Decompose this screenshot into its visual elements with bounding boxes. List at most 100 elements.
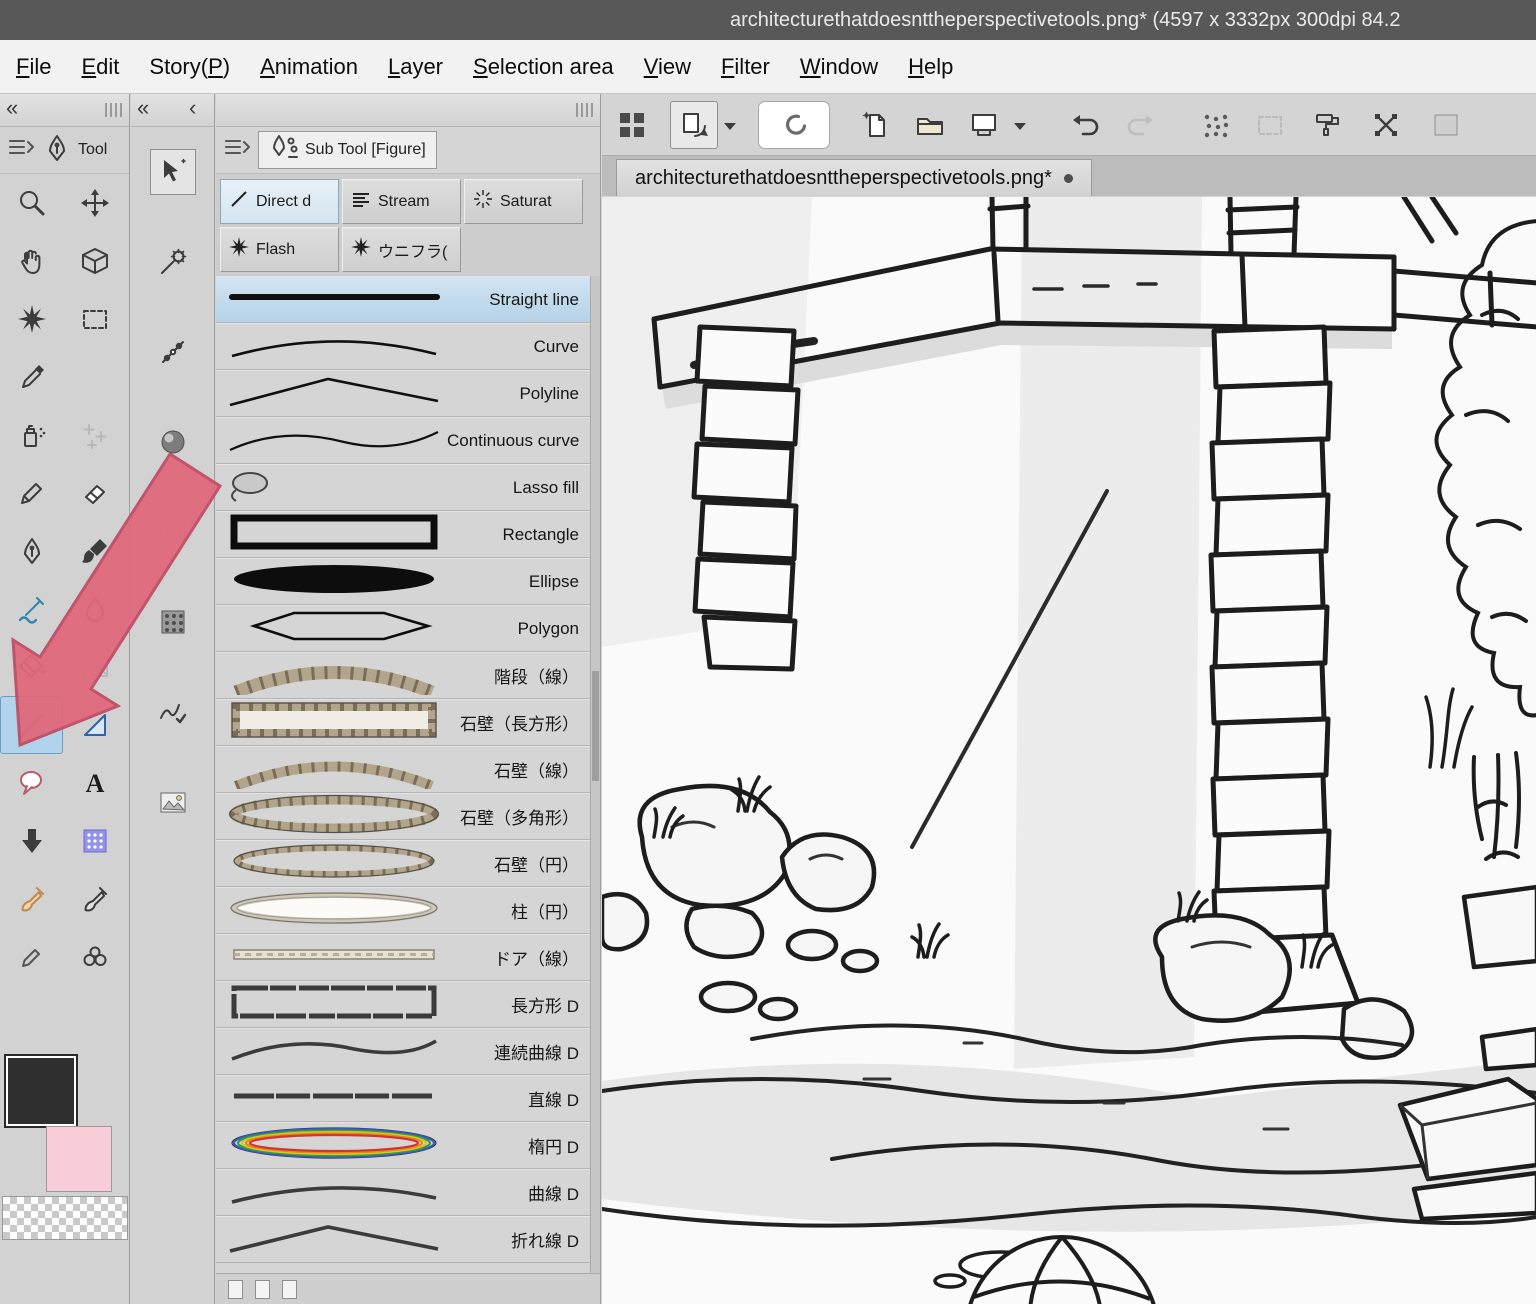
subtool-item-2[interactable]: Polyline <box>216 370 591 417</box>
balloon-tool[interactable] <box>0 754 63 812</box>
subtool-item-4[interactable]: Lasso fill <box>216 464 591 511</box>
subtool-scrollbar[interactable] <box>590 276 600 1274</box>
panel-menu-icon[interactable] <box>222 133 252 168</box>
workspace-layout-button[interactable] <box>608 101 656 149</box>
menu-help[interactable]: Help <box>908 54 953 80</box>
collapse-left-icon[interactable]: « <box>6 95 18 121</box>
subtool-item-9[interactable]: 石壁（長方形） <box>216 699 591 746</box>
subtool-item-3[interactable]: Continuous curve <box>216 417 591 464</box>
gradient-sphere-subtool[interactable] <box>150 419 196 465</box>
subtool-item-19[interactable]: 曲線 D <box>216 1169 591 1216</box>
fill-roller-button[interactable] <box>1304 101 1352 149</box>
export-dropdown[interactable] <box>1008 101 1032 149</box>
snap-special-button[interactable] <box>1246 101 1294 149</box>
subtool-title-tab[interactable]: Sub Tool [Figure] <box>258 131 437 169</box>
collapse-single-icon[interactable]: ‹ <box>189 95 196 121</box>
selection-marquee-tool[interactable] <box>63 290 126 348</box>
object-subtool[interactable] <box>149 149 196 195</box>
fill-bucket-tool[interactable] <box>0 638 63 696</box>
menu-file[interactable]: File <box>16 54 51 80</box>
subtool-item-0[interactable]: Straight line <box>216 276 591 323</box>
airbrush-tool[interactable] <box>0 406 63 464</box>
blur-brush-tool[interactable] <box>63 870 126 928</box>
wand-subtool[interactable] <box>150 239 196 285</box>
transparent-color-swatch[interactable] <box>2 1196 128 1240</box>
page-flip-button[interactable] <box>670 100 718 149</box>
text-tool[interactable]: A <box>63 754 126 812</box>
correct-line-subtool[interactable] <box>150 689 196 735</box>
watercolor-tool[interactable] <box>0 580 63 638</box>
operation-tool[interactable] <box>0 290 63 348</box>
subtool-item-16[interactable]: 連続曲線 D <box>216 1028 591 1075</box>
correction-pencil-tool[interactable] <box>0 928 63 986</box>
eyedropper-tool[interactable] <box>0 348 63 406</box>
pattern-tool[interactable] <box>63 812 126 870</box>
subtool-group-0[interactable]: Direct d <box>220 179 339 224</box>
canvas-viewport[interactable] <box>602 197 1536 1304</box>
subtool-item-1[interactable]: Curve <box>216 323 591 370</box>
document-tab[interactable]: architecturethatdoesnttheperspectivetool… <box>616 159 1092 196</box>
scrollbar-thumb[interactable] <box>592 671 599 781</box>
zoom-tool[interactable] <box>0 174 63 232</box>
image-subtool[interactable] <box>150 779 196 825</box>
subtool-item-7[interactable]: Polygon <box>216 605 591 652</box>
decoration-tool[interactable] <box>63 406 126 464</box>
tone-subtool[interactable] <box>150 599 196 645</box>
menu-window[interactable]: Window <box>800 54 878 80</box>
pencil-tool[interactable] <box>0 464 63 522</box>
soft-brush-tool[interactable] <box>0 870 63 928</box>
copy-subtool-icon[interactable] <box>255 1279 270 1299</box>
subtool-item-15[interactable]: 長方形 D <box>216 981 591 1028</box>
transform-button[interactable] <box>1362 101 1410 149</box>
subtool-item-11[interactable]: 石壁（多角形） <box>216 793 591 840</box>
subtool-item-14[interactable]: ドア（線） <box>216 934 591 981</box>
main-color-swatch[interactable] <box>4 1054 78 1128</box>
delete-subtool-icon[interactable] <box>282 1279 297 1299</box>
layers-subtool[interactable] <box>150 509 196 555</box>
clipped-button[interactable] <box>1420 101 1468 149</box>
subtool-item-6[interactable]: Ellipse <box>216 558 591 605</box>
pen-tool[interactable] <box>0 522 63 580</box>
subtool-item-20[interactable]: 折れ線 D <box>216 1216 591 1263</box>
move-tool[interactable] <box>63 174 126 232</box>
menu-storyp[interactable]: Story(P) <box>149 54 230 80</box>
menu-layer[interactable]: Layer <box>388 54 443 80</box>
gradient-tool[interactable] <box>63 638 126 696</box>
redo-button[interactable] <box>1116 101 1164 149</box>
brush-tool[interactable] <box>63 522 126 580</box>
subtool-group-4[interactable]: ウニフラ( <box>342 227 461 272</box>
menu-view[interactable]: View <box>644 54 691 80</box>
hand-tool[interactable] <box>0 232 63 290</box>
subtool-grip[interactable] <box>576 103 594 117</box>
blend-tool[interactable] <box>63 580 126 638</box>
new-file-button[interactable] <box>852 101 900 149</box>
subtool-group-3[interactable]: Flash <box>220 227 339 272</box>
eraser-tool[interactable] <box>63 464 126 522</box>
clip-studio-logo-button[interactable] <box>758 100 830 149</box>
subtool-item-12[interactable]: 石壁（円） <box>216 840 591 887</box>
line-correct-subtool[interactable] <box>150 329 196 375</box>
ruler-tool[interactable] <box>63 696 126 754</box>
palette-grip[interactable] <box>105 103 123 117</box>
sub-color-swatch[interactable] <box>46 1126 112 1192</box>
binder-tool[interactable] <box>63 928 126 986</box>
menu-filter[interactable]: Filter <box>721 54 770 80</box>
subtool-item-13[interactable]: 柱（円） <box>216 887 591 934</box>
subtool-item-18[interactable]: 楕円 D <box>216 1122 591 1169</box>
menu-animation[interactable]: Animation <box>260 54 358 80</box>
subtool-item-8[interactable]: 階段（線） <box>216 652 591 699</box>
snap-ruler-button[interactable] <box>1192 101 1240 149</box>
collapse-left-icon[interactable]: « <box>137 95 149 121</box>
export-button[interactable] <box>960 101 1008 149</box>
menu-selectionarea[interactable]: Selection area <box>473 54 614 80</box>
page-flip-dropdown[interactable] <box>718 101 742 149</box>
subtool-item-10[interactable]: 石壁（線） <box>216 746 591 793</box>
open-file-button[interactable] <box>906 101 954 149</box>
subtool-item-5[interactable]: Rectangle <box>216 511 591 558</box>
rotate-canvas-tool[interactable] <box>63 232 126 290</box>
undo-button[interactable] <box>1062 101 1110 149</box>
add-subtool-icon[interactable] <box>228 1279 243 1299</box>
menu-edit[interactable]: Edit <box>81 54 119 80</box>
figure-line-tool[interactable] <box>0 696 63 754</box>
frame-border-tool[interactable] <box>0 812 63 870</box>
